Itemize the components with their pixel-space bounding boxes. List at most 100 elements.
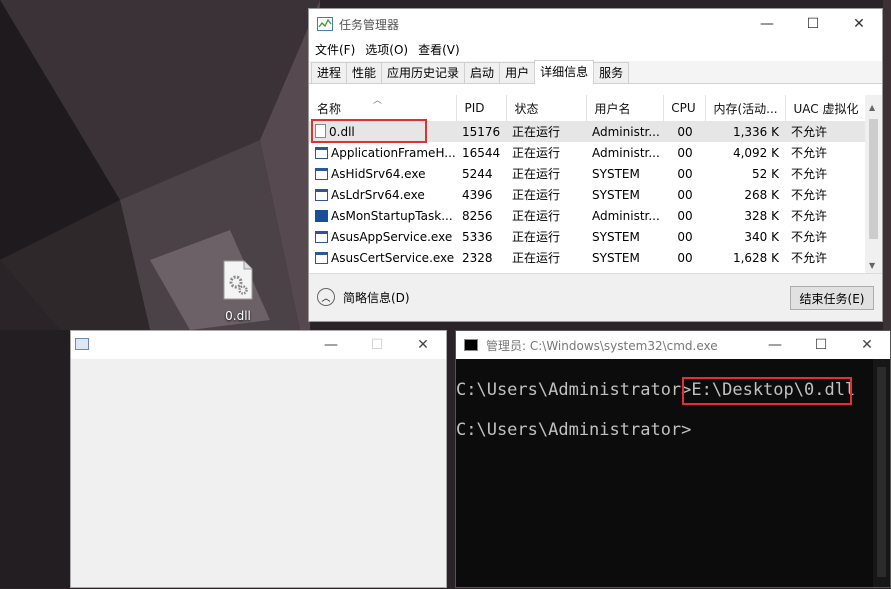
process-user: SYSTEM: [592, 229, 640, 244]
process-memory: 1,336 K: [705, 121, 785, 142]
cmd-scrollbar-thumb[interactable]: [877, 367, 886, 577]
minimize-button[interactable]: —: [752, 331, 798, 359]
process-cpu: 00: [677, 229, 693, 244]
scroll-up-icon[interactable]: ▲: [869, 103, 875, 112]
minimize-button[interactable]: —: [308, 331, 354, 359]
end-task-button[interactable]: 结束任务(E): [790, 286, 874, 310]
process-status: 正在运行: [512, 146, 561, 160]
table-row[interactable]: ApplicationFrameH... 16544 正在运行 Administ…: [309, 142, 865, 163]
fewer-details-button[interactable]: ︿ 简略信息(D): [317, 288, 410, 306]
process-cpu: 00: [677, 145, 693, 160]
minimize-button[interactable]: —: [744, 9, 790, 39]
scrollbar-thumb[interactable]: [869, 119, 878, 239]
cmd-titlebar[interactable]: 管理员: C:\Windows\system32\cmd.exe — ☐ ✕: [456, 331, 890, 359]
console-line: C:\Users\Administrator>: [456, 420, 691, 440]
process-name: AsusAppService.exe: [331, 229, 453, 244]
process-pid: 15176: [456, 121, 506, 142]
blank-window: — ☐ ✕: [70, 330, 447, 588]
window-title: 任务管理器: [339, 17, 400, 32]
tab-app-history[interactable]: 应用历史记录: [381, 62, 466, 83]
process-status: 正在运行: [512, 230, 561, 244]
fewer-details-label: 简略信息(D): [343, 290, 410, 305]
column-header-name[interactable]: ︿ 名称: [309, 95, 457, 121]
vertical-scrollbar[interactable]: ▲ ▼: [865, 95, 882, 273]
process-status: 正在运行: [512, 167, 561, 181]
process-pid: 8256: [462, 208, 493, 223]
maximize-icon: ☐: [370, 337, 384, 353]
task-manager-titlebar[interactable]: 任务管理器 — ☐ ✕: [309, 9, 882, 39]
blank-window-titlebar[interactable]: — ☐ ✕: [71, 331, 446, 359]
table-row[interactable]: AsHidSrv64.exe 5244 正在运行 SYSTEM 00 52 K …: [309, 163, 865, 184]
process-cpu: 00: [677, 187, 693, 202]
column-header-status[interactable]: 状态: [506, 95, 587, 121]
dll-file-icon: [223, 260, 253, 300]
process-uac: 不允许: [791, 251, 828, 265]
table-row[interactable]: AsLdrSrv64.exe 4396 正在运行 SYSTEM 00 268 K…: [309, 184, 865, 205]
column-header-uac[interactable]: UAC 虚拟化: [785, 95, 865, 121]
desktop-icon-label: 0.dll: [225, 309, 251, 323]
menu-file[interactable]: 文件(F): [315, 41, 355, 58]
maximize-button[interactable]: ☐: [354, 331, 400, 359]
tab-processes[interactable]: 进程: [311, 62, 348, 83]
process-pid: 5336: [462, 229, 493, 244]
sort-ascending-icon: ︿: [373, 96, 383, 106]
window-app-icon: [315, 167, 328, 180]
process-status: 正在运行: [512, 251, 561, 265]
column-header-username[interactable]: 用户名: [586, 95, 664, 121]
table-row[interactable]: AsusCertService.exe 2328 正在运行 SYSTEM 00 …: [309, 247, 865, 268]
highlight-box-command: [682, 377, 852, 405]
menu-view[interactable]: 查看(V): [418, 41, 460, 58]
window-app-icon: [315, 146, 328, 159]
process-uac: 不允许: [791, 209, 828, 223]
process-cpu: 00: [677, 250, 693, 265]
menu-options[interactable]: 选项(O): [365, 41, 408, 58]
process-cpu: 00: [677, 166, 693, 181]
asus-icon: [315, 209, 328, 222]
process-name: AsusCertService.exe: [331, 250, 455, 265]
tab-users[interactable]: 用户: [499, 62, 536, 83]
table-row[interactable]: AsusAppService.exe 5336 正在运行 SYSTEM 00 3…: [309, 226, 865, 247]
process-user: Administr...: [592, 208, 660, 223]
process-memory: 268 K: [744, 187, 779, 202]
maximize-button[interactable]: ☐: [798, 331, 844, 359]
window-app-icon: [315, 188, 328, 201]
process-cpu: 00: [663, 121, 705, 142]
process-uac: 不允许: [791, 230, 828, 244]
process-user: Administr...: [592, 145, 660, 160]
process-memory: 4,092 K: [732, 145, 779, 160]
scroll-down-icon[interactable]: ▼: [869, 261, 875, 270]
column-header-pid[interactable]: PID: [456, 95, 507, 121]
tab-bar: 进程 性能 应用历史记录 启动 用户 详细信息 服务: [309, 60, 882, 84]
tab-services[interactable]: 服务: [593, 62, 630, 83]
close-button[interactable]: ✕: [400, 331, 446, 359]
window-app-icon: [315, 251, 328, 264]
table-row[interactable]: AsMonStartupTask... 8256 正在运行 Administr.…: [309, 205, 865, 226]
process-user: Administr...: [586, 121, 663, 142]
process-pid: 2328: [462, 250, 493, 265]
tab-startup[interactable]: 启动: [464, 62, 501, 83]
close-icon: ✕: [853, 16, 865, 32]
table-header-row: ︿ 名称 PID 状态 用户名 CPU 内存(活动... UAC 虚拟化: [309, 95, 865, 121]
process-name: AsHidSrv64.exe: [331, 166, 426, 181]
process-cpu: 00: [677, 208, 693, 223]
close-icon: ✕: [861, 337, 873, 353]
maximize-button[interactable]: ☐: [790, 9, 836, 39]
column-header-cpu[interactable]: CPU: [663, 95, 706, 121]
process-memory: 1,628 K: [732, 250, 779, 265]
process-status: 正在运行: [512, 188, 561, 202]
process-name: AsLdrSrv64.exe: [331, 187, 425, 202]
process-name: ApplicationFrameH...: [331, 145, 456, 160]
cmd-vertical-scrollbar[interactable]: [873, 359, 890, 587]
tab-details[interactable]: 详细信息: [534, 60, 595, 84]
close-button[interactable]: ✕: [844, 331, 890, 359]
minimize-icon: —: [760, 16, 774, 32]
menu-bar: 文件(F) 选项(O) 查看(V): [309, 39, 882, 59]
close-button[interactable]: ✕: [836, 9, 882, 39]
task-manager-footer: ︿ 简略信息(D) 结束任务(E): [309, 273, 882, 321]
process-status: 正在运行: [506, 121, 586, 142]
process-uac: 不允许: [791, 146, 828, 160]
tab-performance[interactable]: 性能: [346, 62, 383, 83]
column-header-memory[interactable]: 内存(活动...: [705, 95, 786, 121]
process-pid: 5244: [462, 166, 493, 181]
desktop-icon-0-dll[interactable]: 0.dll: [214, 260, 262, 323]
